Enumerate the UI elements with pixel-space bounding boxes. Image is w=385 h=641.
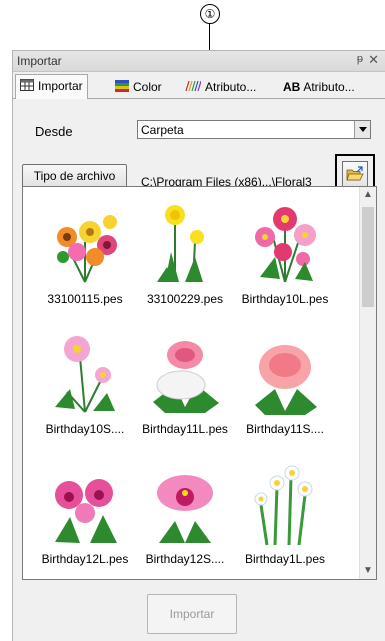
panel-titlebar: Importar ᵽ ✕ <box>13 51 385 72</box>
tab-importar[interactable]: Importar <box>15 74 88 99</box>
gallery-item[interactable]: Birthday12S.... <box>135 457 235 579</box>
item-label: 33100229.pes <box>146 292 224 306</box>
gallery-item[interactable]: Birthday12L.pes <box>35 457 135 579</box>
import-button[interactable]: Importar <box>147 594 237 634</box>
item-label: Birthday11L.pes <box>142 422 228 436</box>
pin-icon[interactable]: ᵽ <box>357 53 363 65</box>
import-table-icon <box>20 76 34 98</box>
item-label: Birthday12L.pes <box>41 552 129 566</box>
tab-stitch-attribute[interactable]: Atributo... <box>181 76 260 98</box>
tab-strip: Importar Color Atributo... AB Atributo... <box>13 72 385 99</box>
tab-label: Importar <box>38 79 83 93</box>
file-type-button[interactable]: Tipo de archivo <box>22 164 127 188</box>
design-gallery[interactable]: 33100115.pes 33100229.pes Birthday10L.pe… <box>22 186 377 580</box>
import-panel: Importar ᵽ ✕ Importar Color Atributo... … <box>12 50 385 641</box>
callout-number: ① <box>200 4 220 24</box>
gallery-item[interactable]: 33100115.pes <box>35 197 135 322</box>
cosmos-icon <box>55 336 115 413</box>
text-attribute-icon: AB <box>283 80 301 94</box>
chrysanthemum-icon <box>255 345 317 415</box>
color-icon <box>115 77 129 99</box>
source-select-value: Carpeta <box>141 123 184 137</box>
item-label: 33100115.pes <box>47 292 123 306</box>
item-label: Birthday10L.pes <box>241 292 329 306</box>
scroll-down-icon[interactable]: ▼ <box>360 563 376 579</box>
tab-text-attribute[interactable]: AB Atributo... <box>279 76 359 98</box>
browse-folder-button[interactable] <box>342 161 368 187</box>
orchid-bouquet-icon <box>55 479 117 543</box>
dropdown-button[interactable] <box>354 121 370 138</box>
cosmos-bouquet-icon <box>255 207 316 283</box>
gallery-item[interactable]: Birthday11L.pes <box>135 327 235 452</box>
scroll-thumb[interactable] <box>362 207 374 307</box>
narcissus-icon <box>254 465 313 546</box>
gallery-item[interactable]: Birthday10S.... <box>35 327 135 452</box>
source-select[interactable]: Carpeta <box>137 120 371 139</box>
stitch-attribute-icon <box>185 77 202 99</box>
chrysanthemum-bouquet-icon <box>153 341 219 413</box>
item-label: Birthday10S.... <box>45 422 125 436</box>
panel-title: Importar <box>17 54 62 68</box>
open-folder-icon <box>346 166 364 181</box>
dandelion-icon <box>157 205 204 283</box>
item-label: Birthday12S.... <box>145 552 225 566</box>
tab-label: Atributo... <box>303 80 355 94</box>
tab-label: Color <box>133 80 162 94</box>
gallery-scrollbar[interactable]: ▲ ▼ <box>359 187 376 579</box>
source-label: Desde <box>35 124 73 139</box>
gallery-item[interactable]: Birthday11S.... <box>235 327 335 452</box>
item-label: Birthday11S.... <box>246 422 324 436</box>
tab-label: Atributo... <box>205 80 257 94</box>
gallery-item[interactable]: Birthday10L.pes <box>235 197 335 322</box>
close-icon[interactable]: ✕ <box>368 52 379 68</box>
chevron-down-icon <box>359 127 367 132</box>
gallery-item[interactable]: 33100229.pes <box>135 197 235 322</box>
scroll-up-icon[interactable]: ▲ <box>360 187 376 203</box>
tab-color[interactable]: Color <box>111 76 166 98</box>
item-label: Birthday1L.pes <box>244 552 326 566</box>
orchid-icon <box>157 475 213 543</box>
flower-bouquet-icon <box>57 215 117 283</box>
gallery-item[interactable]: Birthday1L.pes <box>235 457 335 579</box>
